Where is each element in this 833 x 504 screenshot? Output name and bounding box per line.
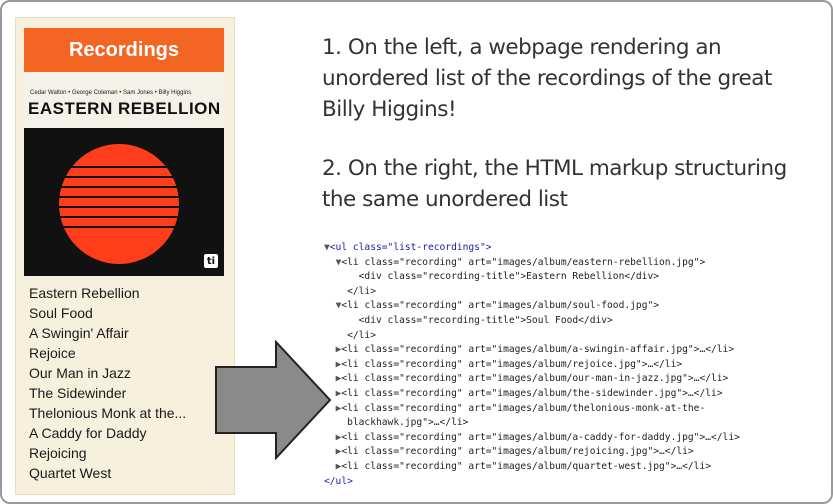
list-item[interactable]: Soul Food	[29, 303, 186, 323]
slide-frame: Recordings Cedar Walton • George Coleman…	[0, 0, 833, 504]
code-line: <li class="recording" art="images/album/…	[341, 431, 740, 443]
list-item[interactable]: A Caddy for Daddy	[29, 423, 186, 443]
list-item[interactable]: Rejoice	[29, 343, 186, 363]
album-stripe	[24, 196, 224, 198]
code-line: <li class="recording" art="images/album/…	[341, 387, 723, 399]
list-item[interactable]: A Swingin' Affair	[29, 323, 186, 343]
code-line: <div class="recording-title">Eastern Reb…	[358, 271, 660, 283]
webpage-render: Recordings Cedar Walton • George Coleman…	[15, 17, 235, 495]
list-item[interactable]: Rejoicing	[29, 443, 186, 463]
recordings-header: Recordings	[24, 28, 224, 72]
code-line: </li>	[347, 329, 376, 341]
album-stripe	[24, 166, 224, 168]
album-cover: Cedar Walton • George Coleman • Sam Jone…	[24, 72, 224, 276]
album-credits: Cedar Walton • George Coleman • Sam Jone…	[30, 90, 192, 96]
code-line: </li>	[347, 285, 376, 297]
right-arrow-icon	[215, 340, 332, 460]
album-stripe	[24, 186, 224, 188]
album-name: EASTERN REBELLION	[28, 99, 221, 118]
code-line: <div class="recording-title">Soul Food</…	[358, 314, 613, 326]
album-sun-graphic	[59, 144, 179, 264]
list-item[interactable]: Our Man in Jazz	[29, 363, 186, 383]
code-line: <li class="recording" art="images/album/…	[341, 344, 735, 356]
album-stripe	[24, 206, 224, 208]
code-line: <li class="recording" art="images/album/…	[341, 460, 712, 472]
code-ul-close: </ul>	[324, 475, 353, 487]
album-stripe	[24, 226, 224, 228]
list-item[interactable]: Quartet West	[29, 463, 186, 483]
label-logo-icon: ti	[204, 254, 218, 268]
code-line: <li class="recording" art="images/album/…	[341, 446, 694, 458]
description-point-1: 1. On the left, a webpage rendering an u…	[322, 35, 772, 122]
list-item[interactable]: Eastern Rebellion	[29, 283, 186, 303]
code-line: <li class="recording" art="images/album/…	[341, 256, 706, 268]
code-line: <li class="recording" art="images/album/…	[341, 358, 683, 370]
code-line: blackhawk.jpg">…</li>	[347, 417, 469, 429]
description-point-2: 2. On the right, the HTML markup structu…	[322, 156, 787, 212]
list-item[interactable]: The Sidewinder	[29, 383, 186, 403]
album-stripe	[24, 216, 224, 218]
code-ul-open: <ul class="list-recordings">	[329, 242, 492, 253]
code-line: <li class="recording" art="images/album/…	[341, 300, 660, 312]
code-line: <li class="recording" art="images/album/…	[341, 402, 706, 414]
list-item[interactable]: Thelonious Monk at the...	[29, 403, 186, 423]
html-markup: ▼<ul class="list-recordings"> ▼<li class…	[324, 241, 740, 489]
code-line: <li class="recording" art="images/album/…	[341, 373, 729, 385]
album-stripe	[24, 176, 224, 178]
recordings-list: Eastern Rebellion Soul Food A Swingin' A…	[29, 283, 186, 483]
